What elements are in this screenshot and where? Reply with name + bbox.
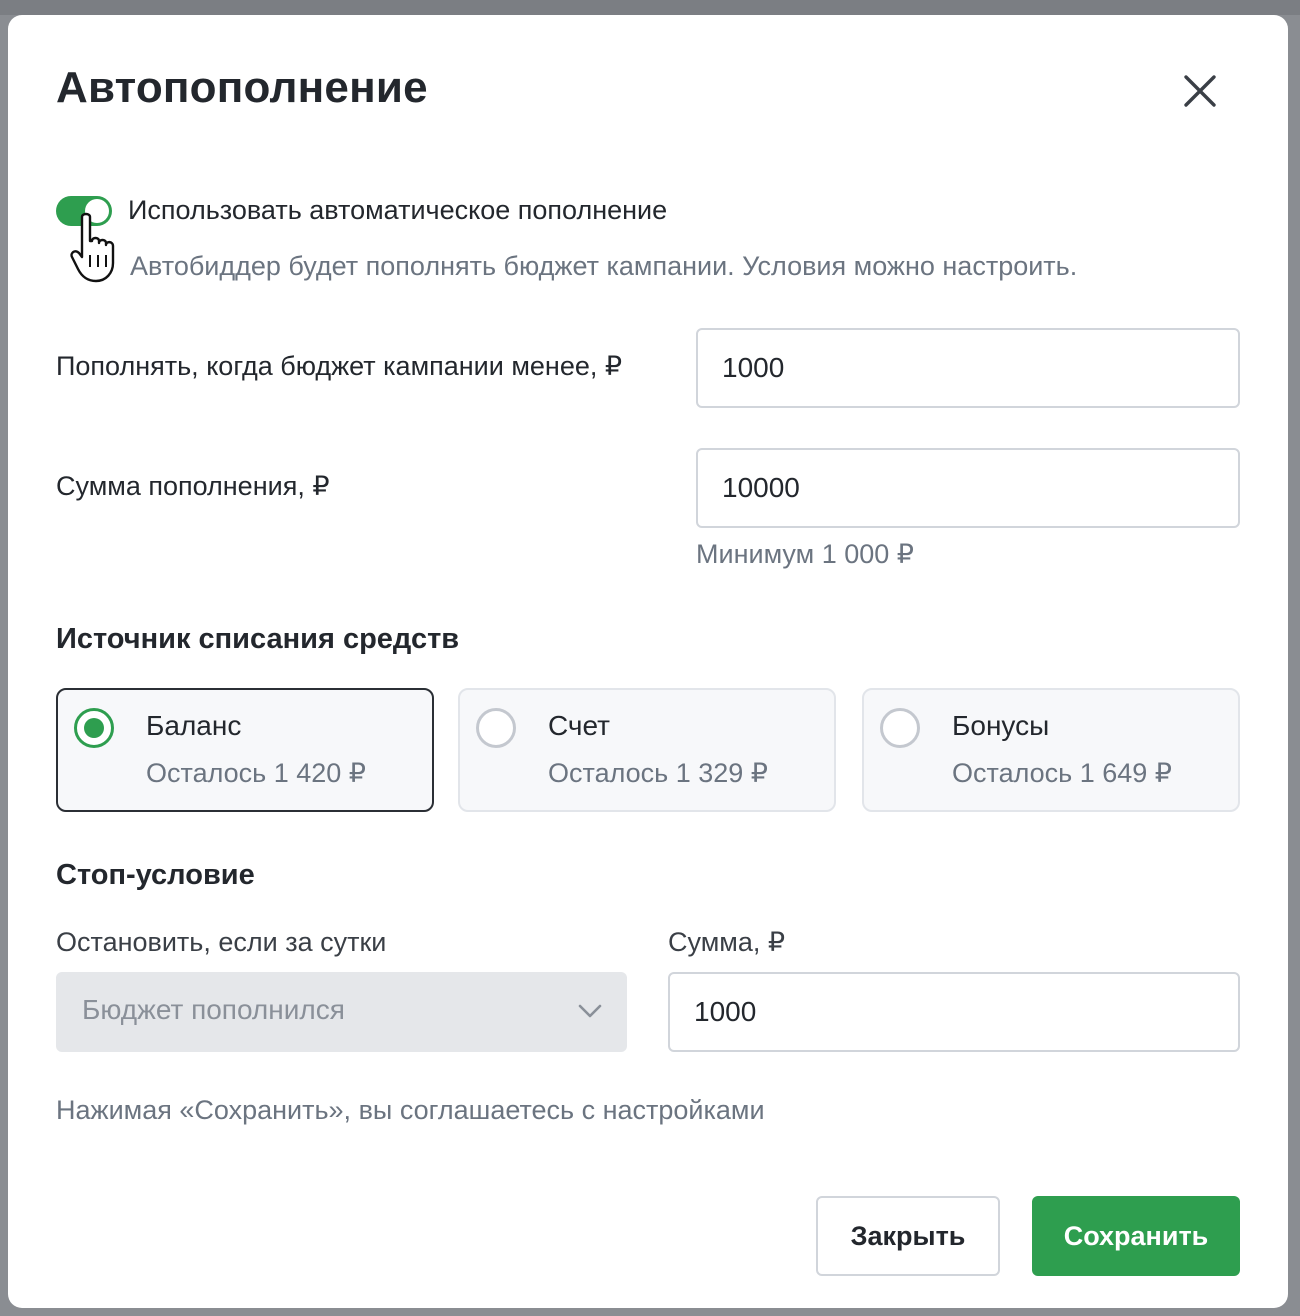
source-option-remaining: Осталось 1 329 ₽ (548, 758, 768, 788)
amount-label: Сумма пополнения, ₽ (56, 471, 330, 501)
threshold-input[interactable] (696, 328, 1240, 408)
stop-condition-value: Бюджет пополнился (82, 994, 345, 1025)
stop-condition-label: Остановить, если за сутки (56, 927, 387, 957)
source-option-name: Счет (548, 710, 610, 741)
autofill-modal: Автопополнение Использовать автоматическ… (8, 15, 1288, 1308)
chevron-down-icon (578, 1004, 602, 1018)
radio-unselected-icon (476, 708, 516, 748)
source-option-remaining: Осталось 1 420 ₽ (146, 758, 366, 788)
autofill-description: Автобиддер будет пополнять бюджет кампан… (130, 251, 1078, 281)
source-option-remaining: Осталось 1 649 ₽ (952, 758, 1172, 788)
source-title: Источник списания средств (56, 623, 460, 655)
source-option-name: Баланс (146, 710, 242, 741)
source-option-bonuses[interactable]: Бонусы Осталось 1 649 ₽ (862, 688, 1240, 812)
source-option-invoice[interactable]: Счет Осталось 1 329 ₽ (458, 688, 836, 812)
radio-unselected-icon (880, 708, 920, 748)
modal-title: Автопополнение (56, 63, 428, 112)
close-icon[interactable] (1176, 67, 1224, 115)
stop-sum-label: Сумма, ₽ (668, 927, 786, 957)
save-button[interactable]: Сохранить (1032, 1196, 1240, 1276)
radio-selected-icon (74, 708, 114, 748)
stop-title: Стоп-условие (56, 859, 255, 891)
autofill-toggle-label: Использовать автоматическое пополнение (128, 195, 668, 225)
close-button[interactable]: Закрыть (816, 1196, 1000, 1276)
hand-cursor-icon (70, 212, 115, 283)
consent-text: Нажимая «Сохранить», вы соглашаетесь с н… (56, 1095, 765, 1125)
amount-hint: Минимум 1 000 ₽ (696, 539, 914, 569)
stop-condition-select[interactable]: Бюджет пополнился (56, 972, 627, 1052)
background-overlay (0, 0, 1300, 15)
threshold-label: Пополнять, когда бюджет кампании менее, … (56, 351, 623, 381)
stop-sum-input[interactable] (668, 972, 1240, 1052)
amount-input[interactable] (696, 448, 1240, 528)
source-option-name: Бонусы (952, 710, 1050, 741)
source-option-balance[interactable]: Баланс Осталось 1 420 ₽ (56, 688, 434, 812)
